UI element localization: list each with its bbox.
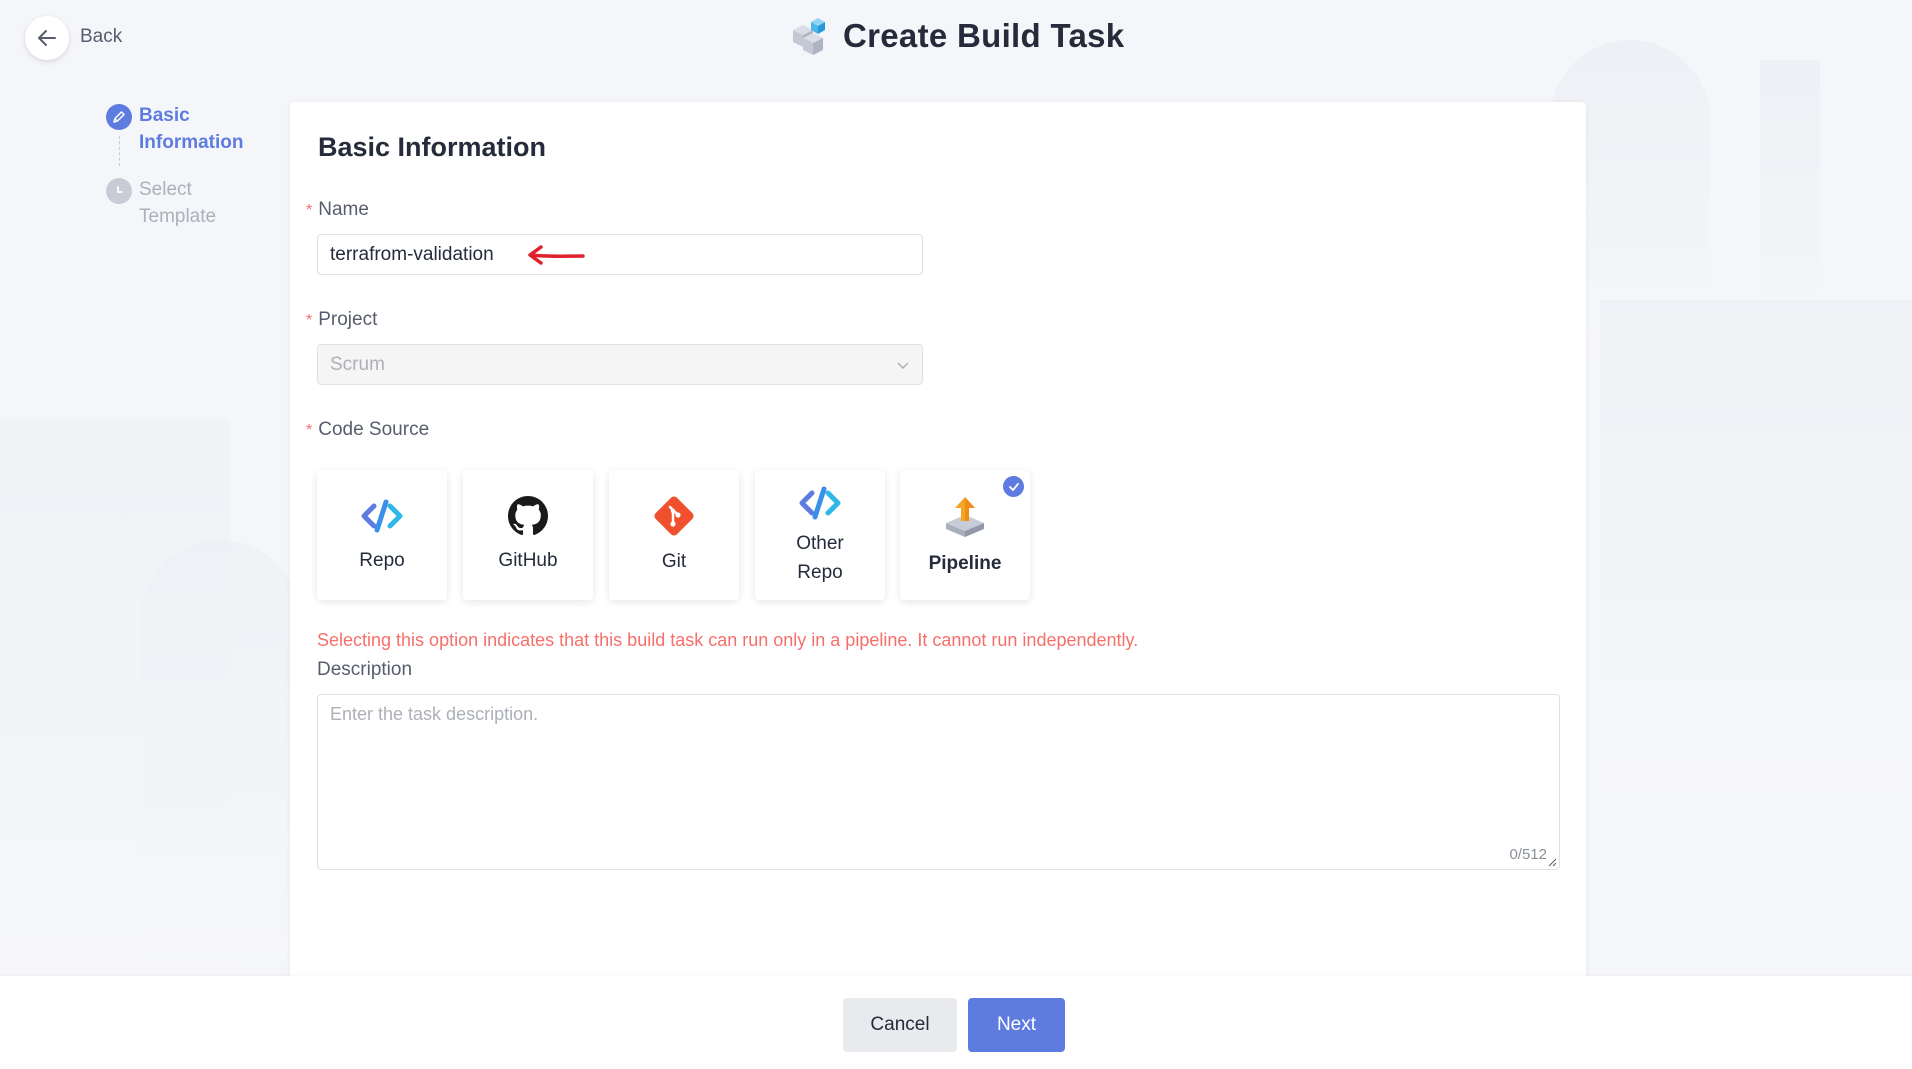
page-title: Create Build Task (843, 17, 1125, 54)
git-icon (654, 495, 694, 536)
back-label[interactable]: Back (80, 26, 122, 48)
code-source-pipeline[interactable]: Pipeline (900, 470, 1030, 600)
next-button[interactable]: Next (968, 998, 1065, 1052)
step-connector (119, 136, 120, 166)
name-label: * Name (306, 199, 369, 221)
code-source-other-repo[interactable]: Other Repo (755, 470, 885, 600)
required-mark: * (306, 422, 313, 439)
name-label-text: Name (318, 199, 369, 220)
code-source-label: * Code Source (306, 419, 429, 441)
code-source-github[interactable]: GitHub (463, 470, 593, 600)
check-icon (1003, 476, 1024, 497)
code-source-label: Repo (359, 549, 405, 571)
code-source-label: Other Repo (796, 529, 844, 587)
clock-icon (106, 178, 132, 204)
build-cubes-icon (793, 18, 825, 55)
footer-bar: Cancel Next (0, 976, 1912, 1069)
code-source-repo[interactable]: Repo (317, 470, 447, 600)
required-mark: * (306, 202, 313, 219)
other-repo-icon (799, 486, 841, 520)
code-source-label-text: Code Source (318, 419, 430, 440)
back-button[interactable] (25, 16, 69, 60)
project-label: * Project (306, 309, 377, 331)
github-icon (508, 495, 548, 535)
description-label: Description (317, 659, 413, 680)
step-label: Information (139, 132, 244, 153)
name-input-value: terrafrom-validation (330, 243, 494, 265)
step-basic-information[interactable]: Basic Information (106, 102, 296, 166)
pencil-icon (106, 104, 132, 130)
project-label-text: Project (318, 309, 378, 330)
pipeline-icon (946, 496, 984, 537)
section-title: Basic Information (318, 132, 547, 162)
code-source-label: Git (661, 550, 687, 572)
pipeline-hint-text: Selecting this option indicates that thi… (317, 630, 1139, 650)
required-mark: * (306, 312, 313, 329)
code-source-label: GitHub (498, 549, 558, 571)
char-counter: 0/512 (1509, 846, 1547, 863)
step-label: Basic (139, 105, 190, 126)
arrow-left-icon (38, 30, 56, 46)
step-label: Select (139, 179, 192, 200)
cancel-button[interactable]: Cancel (843, 998, 957, 1052)
step-label: Template (139, 206, 217, 227)
form-card: Basic Information * Name terrafrom-valida… (290, 102, 1586, 982)
codearts-repo-icon (361, 499, 403, 532)
code-source-label-line: Repo (797, 562, 843, 583)
resize-handle-icon[interactable] (1547, 857, 1557, 867)
red-arrow-annotation-icon (527, 244, 585, 265)
background-shape (140, 540, 300, 960)
project-select[interactable]: Scrum (317, 344, 923, 385)
wizard-steps: Basic Information Select Template (106, 102, 296, 230)
code-source-label: Pipeline (928, 552, 1002, 574)
page-title-wrap: Create Build Task (785, 16, 1124, 56)
project-select-value: Scrum (330, 353, 385, 375)
top-bar: Back Create Build Task (0, 0, 1912, 74)
description-placeholder: Enter the task description. (330, 704, 539, 724)
chevron-down-icon (897, 362, 909, 370)
description-textarea[interactable]: Enter the task description. 0/512 (317, 694, 1560, 870)
step-select-template[interactable]: Select Template (106, 176, 296, 230)
name-input[interactable]: terrafrom-validation (317, 234, 923, 275)
code-source-label-line: Other (796, 533, 844, 554)
code-source-git[interactable]: Git (609, 470, 739, 600)
background-shape (1600, 300, 1912, 800)
